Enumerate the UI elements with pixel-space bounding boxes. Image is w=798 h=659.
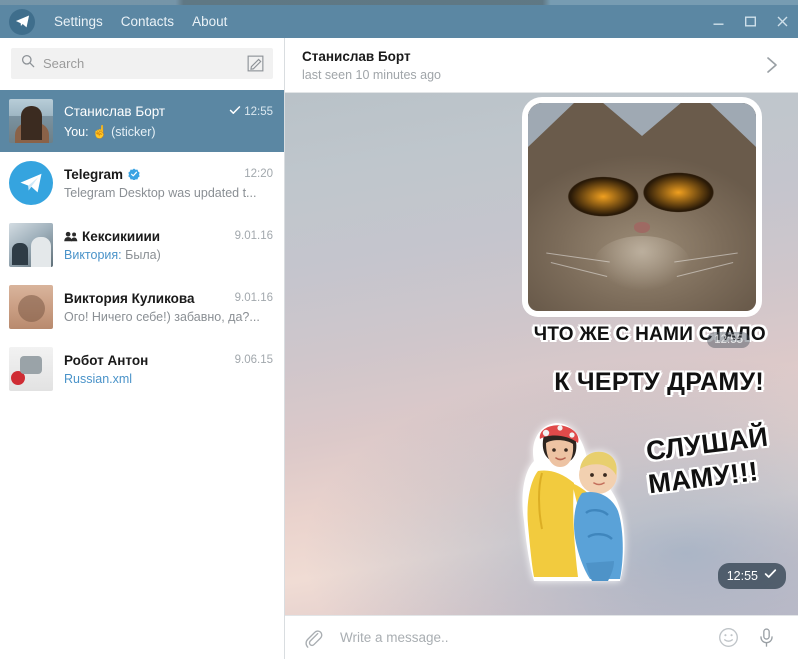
search-area — [0, 38, 284, 90]
message-timestamp-badge: 12:55 — [717, 563, 786, 589]
chat-preview-prefix: You: — [64, 124, 89, 139]
compose-pencil-icon[interactable] — [244, 53, 266, 75]
avatar — [9, 285, 53, 329]
smiley-icon[interactable] — [714, 624, 742, 652]
pointing-up-hand-icon: ☝ — [92, 124, 108, 139]
chat-name: Виктория Куликова — [64, 290, 195, 306]
chat-list-item-viktoria[interactable]: Виктория Куликова 9.01.16 Ого! Ничего се… — [0, 276, 284, 338]
sticker-caption-line-2: К ЧЕРТУ ДРАМУ! — [554, 368, 764, 396]
mother-baby-figure — [522, 423, 625, 581]
menu-settings[interactable]: Settings — [45, 11, 112, 33]
chat-row-text: Станислав Борт 12:55 You: ☝ (sticker) — [64, 103, 273, 140]
search-input[interactable] — [43, 56, 244, 71]
search-icon — [21, 54, 35, 73]
maximize-button[interactable] — [734, 5, 766, 38]
sticker-corner-right — [709, 103, 756, 148]
chat-list-item-telegram[interactable]: Telegram 12:20 Telegram Desktop was upda… — [0, 152, 284, 214]
cat-sticker-image[interactable] — [528, 103, 756, 311]
message-input[interactable] — [340, 630, 704, 645]
chat-name: Telegram — [64, 166, 124, 182]
chat-meta: 9.01.16 — [227, 230, 273, 242]
search-bar[interactable] — [11, 48, 273, 79]
page-title: Станислав Борт — [302, 48, 411, 64]
cat-ear-gap — [602, 103, 682, 136]
chat-name: Робот Антон — [64, 352, 149, 368]
chat-row-text: Telegram 12:20 Telegram Desktop was upda… — [64, 167, 273, 200]
chat-preview: Ого! Ничего себе!) забавно, да?... — [64, 310, 273, 324]
message-composer[interactable] — [285, 615, 798, 659]
chat-list[interactable]: Станислав Борт 12:55 You: ☝ (sticker) Te… — [0, 90, 284, 659]
chat-panel: Станислав Борт last seen 10 minutes ago — [285, 38, 798, 659]
chat-preview: Russian.xml — [64, 372, 273, 386]
chat-preview: Telegram Desktop was updated t... — [64, 186, 273, 200]
chat-meta: 9.01.16 — [227, 292, 273, 304]
chat-preview-prefix: Виктория: — [64, 247, 122, 262]
verified-badge-icon — [128, 168, 140, 180]
chat-time: 9.01.16 — [234, 292, 273, 304]
window-controls — [702, 5, 798, 38]
chevron-right-icon[interactable] — [760, 53, 784, 77]
message-time: 12:55 — [726, 569, 758, 583]
chat-preview-text: Ого! Ничего себе!) забавно, да?... — [64, 309, 260, 324]
chat-time: 9.01.16 — [234, 230, 273, 242]
chat-row-text: Виктория Куликова 9.01.16 Ого! Ничего се… — [64, 291, 273, 324]
chat-list-item-robot-anton[interactable]: Робот Антон 9.06.15 Russian.xml — [0, 338, 284, 400]
chat-preview: You: ☝ (sticker) — [64, 125, 273, 140]
group-people-icon — [64, 231, 78, 242]
chat-time: 12:20 — [244, 168, 273, 180]
chat-meta: 9.06.15 — [227, 354, 273, 366]
check-sent-icon — [764, 567, 777, 585]
chat-time: 12:55 — [244, 105, 273, 118]
microphone-icon[interactable] — [752, 624, 780, 652]
chat-list-item-keksikiiii[interactable]: Кексикииии 9.01.16 Виктория: Была) — [0, 214, 284, 276]
overlay-timestamp: 12:55 — [707, 332, 750, 348]
close-button[interactable] — [766, 5, 798, 38]
chat-preview-text: Telegram Desktop was updated t... — [64, 185, 257, 200]
telegram-paperplane-icon — [9, 8, 35, 35]
sidebar: Станислав Борт 12:55 You: ☝ (sticker) — [0, 38, 285, 659]
chat-name: Станислав Борт — [64, 104, 166, 119]
chat-time: 9.06.15 — [234, 354, 273, 366]
chat-name: Кексикииии — [82, 228, 161, 244]
chat-preview-file: Russian.xml — [64, 371, 133, 386]
chat-preview: Виктория: Была) — [64, 248, 273, 262]
chat-preview-text: (sticker) — [111, 124, 156, 139]
chat-meta: 12:20 — [236, 168, 273, 180]
chat-preview-text: Была) — [125, 247, 161, 262]
menu-about[interactable]: About — [183, 11, 236, 33]
sticker-caption-line-3: СЛУШАЙ МАМУ!!! — [642, 422, 773, 500]
chat-header[interactable]: Станислав Борт last seen 10 minutes ago — [285, 38, 798, 93]
cat-nose — [634, 221, 650, 233]
mother-baby-sticker[interactable]: СЛУШАЙ МАМУ!!! — [506, 409, 769, 585]
check-sent-icon — [229, 103, 241, 121]
chat-meta: 12:55 — [221, 103, 273, 121]
menu-contacts[interactable]: Contacts — [112, 11, 183, 33]
chat-list-item-stanislav[interactable]: Станислав Борт 12:55 You: ☝ (sticker) — [0, 90, 284, 152]
chat-header-text: Станислав Борт last seen 10 minutes ago — [302, 49, 760, 82]
avatar — [9, 99, 53, 143]
title-bar: Settings Contacts About — [0, 5, 798, 38]
minimize-button[interactable] — [702, 5, 734, 38]
sticker-corner-left — [528, 103, 575, 148]
peer-status: last seen 10 minutes ago — [302, 67, 441, 82]
chat-row-text: Робот Антон 9.06.15 Russian.xml — [64, 353, 273, 386]
avatar — [9, 347, 53, 391]
paperclip-icon[interactable] — [300, 625, 326, 651]
message-list[interactable]: 12:55 ЧТО ЖЕ С НАМИ СТАЛО К ЧЕРТУ ДРАМУ! — [285, 93, 798, 615]
sticker-message[interactable]: 12:55 ЧТО ЖЕ С НАМИ СТАЛО К ЧЕРТУ ДРАМУ! — [506, 103, 769, 585]
cat-muzzle — [594, 236, 690, 291]
avatar — [9, 161, 53, 205]
avatar — [9, 223, 53, 267]
chat-row-text: Кексикииии 9.01.16 Виктория: Была) — [64, 229, 273, 262]
